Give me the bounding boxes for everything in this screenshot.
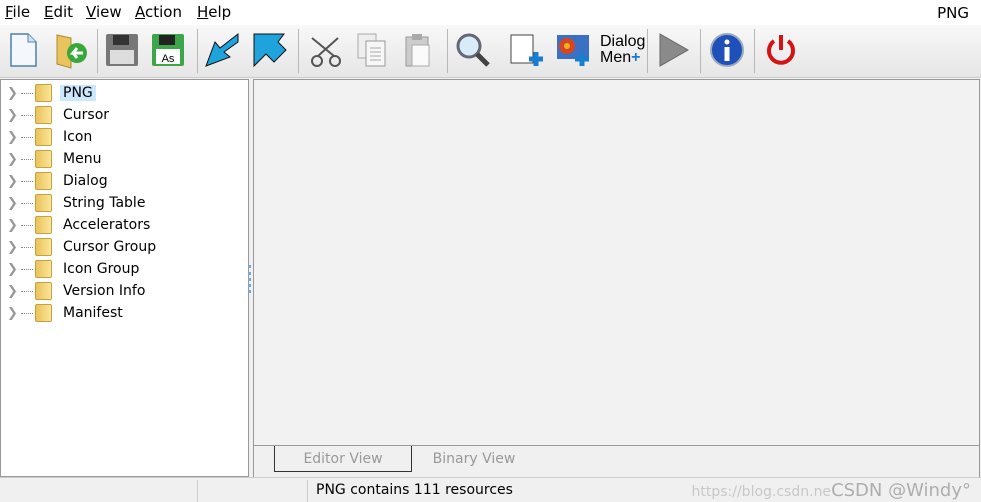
toolbar: As Dialog Men+ (0, 25, 981, 78)
menu-view[interactable]: View (86, 3, 122, 21)
cut-icon[interactable] (306, 30, 346, 70)
menu-help[interactable]: Help (197, 3, 231, 21)
expand-chevron-icon[interactable]: ❯ (7, 152, 21, 167)
tree-node[interactable]: ❯ Manifest (7, 303, 126, 323)
folder-icon (35, 128, 52, 146)
paste-icon[interactable] (398, 30, 438, 70)
tree-connector (21, 136, 33, 138)
folder-icon (35, 84, 52, 102)
tree-node-label: Icon (63, 129, 93, 145)
expand-chevron-icon[interactable]: ❯ (7, 306, 21, 321)
folder-icon (35, 106, 52, 124)
expand-chevron-icon[interactable]: ❯ (7, 108, 21, 123)
tree-connector (21, 180, 33, 182)
tree-connector (21, 290, 33, 292)
watermark: https://blog.csdn.neCSDN @Windy° (692, 480, 972, 501)
expand-chevron-icon[interactable]: ❯ (7, 196, 21, 211)
tree-connector (21, 114, 33, 116)
open-file-icon[interactable] (51, 30, 91, 70)
folder-icon (35, 282, 52, 300)
expand-chevron-icon[interactable]: ❯ (7, 240, 21, 255)
add-blank-resource-icon[interactable] (506, 30, 546, 70)
menu-text-row: Men+ (600, 50, 640, 66)
expand-chevron-icon[interactable]: ❯ (7, 284, 21, 299)
tree-node-label: Accelerators (63, 217, 151, 233)
menu-bar: File Edit View Action Help PNG (0, 0, 981, 25)
save-as-icon[interactable]: As (148, 30, 188, 70)
search-icon[interactable] (453, 30, 493, 70)
editor-pane[interactable] (253, 79, 980, 446)
tree-node-label: Manifest (63, 305, 123, 321)
current-resource-title: PNG (937, 4, 969, 22)
tree-connector (21, 268, 33, 270)
new-file-icon[interactable] (3, 30, 43, 70)
folder-icon (35, 260, 52, 278)
export-icon[interactable] (250, 30, 290, 70)
tree-connector (21, 92, 33, 94)
watermark-url: https://blog.csdn.ne (691, 484, 832, 500)
exit-icon[interactable] (761, 30, 801, 70)
tree-node-label: Cursor Group (63, 239, 157, 255)
tree-connector (21, 224, 33, 226)
tree-connector (21, 246, 33, 248)
status-bar: PNG contains 111 resources https://blog.… (0, 477, 981, 502)
tree-node[interactable]: ❯ Menu (7, 149, 104, 169)
tree-connector (21, 202, 33, 204)
menu-edit[interactable]: Edit (44, 3, 73, 21)
tree-node[interactable]: ❯ Accelerators (7, 215, 153, 235)
tree-node-label: Menu (63, 151, 102, 167)
menu-text: Men (600, 49, 632, 66)
folder-icon (35, 216, 52, 234)
folder-icon (35, 172, 52, 190)
tree-node[interactable]: ❯ Cursor (7, 105, 112, 125)
add-dialog-menu-icon[interactable]: Dialog Men+ (600, 30, 645, 70)
tree-node-label: Version Info (63, 283, 146, 299)
tree-node[interactable]: ❯ Icon (7, 127, 95, 147)
plus-icon: + (631, 49, 641, 66)
tree-node[interactable]: ❯ Cursor Group (7, 237, 159, 257)
tree-connector (21, 158, 33, 160)
tab-editor-view[interactable]: Editor View (274, 446, 412, 472)
tree-node-label: PNG (60, 85, 96, 101)
tab-binary-view[interactable]: Binary View (414, 446, 534, 472)
menu-action[interactable]: Action (135, 3, 182, 21)
status-text: PNG contains 111 resources (316, 482, 513, 498)
expand-chevron-icon[interactable]: ❯ (7, 86, 21, 101)
folder-icon (35, 150, 52, 168)
info-icon[interactable] (707, 30, 747, 70)
tree-node[interactable]: ❯ Dialog (7, 171, 111, 191)
dialog-text: Dialog (600, 33, 646, 50)
tree-node[interactable]: ❯ Icon Group (7, 259, 142, 279)
folder-icon (35, 304, 52, 322)
add-image-resource-icon[interactable] (553, 30, 593, 70)
menu-file[interactable]: File (5, 3, 30, 21)
tree-node[interactable]: ❯ PNG (7, 83, 96, 103)
save-icon[interactable] (102, 30, 142, 70)
tree-node-label: String Table (63, 195, 146, 211)
copy-icon[interactable] (352, 30, 392, 70)
expand-chevron-icon[interactable]: ❯ (7, 130, 21, 145)
tree-connector (21, 312, 33, 314)
save-as-label: As (162, 53, 175, 65)
splitter-grip[interactable] (248, 265, 251, 293)
folder-icon (35, 238, 52, 256)
folder-icon (35, 194, 52, 212)
run-script-icon[interactable] (653, 30, 693, 70)
tree-node[interactable]: ❯ String Table (7, 193, 148, 213)
resource-tree[interactable]: ❯ PNG ❯ Cursor ❯ Icon ❯ Menu ❯ Dialog ❯ String Tabl… (0, 79, 249, 477)
view-tabs: Editor View Binary View (253, 446, 980, 477)
tree-node-label: Cursor (63, 107, 110, 123)
watermark-text: CSDN @Windy° (831, 480, 971, 501)
expand-chevron-icon[interactable]: ❯ (7, 262, 21, 277)
tree-node-label: Dialog (63, 173, 108, 189)
tree-node[interactable]: ❯ Version Info (7, 281, 148, 301)
tree-node-label: Icon Group (63, 261, 140, 277)
expand-chevron-icon[interactable]: ❯ (7, 174, 21, 189)
expand-chevron-icon[interactable]: ❯ (7, 218, 21, 233)
import-icon[interactable] (202, 30, 242, 70)
